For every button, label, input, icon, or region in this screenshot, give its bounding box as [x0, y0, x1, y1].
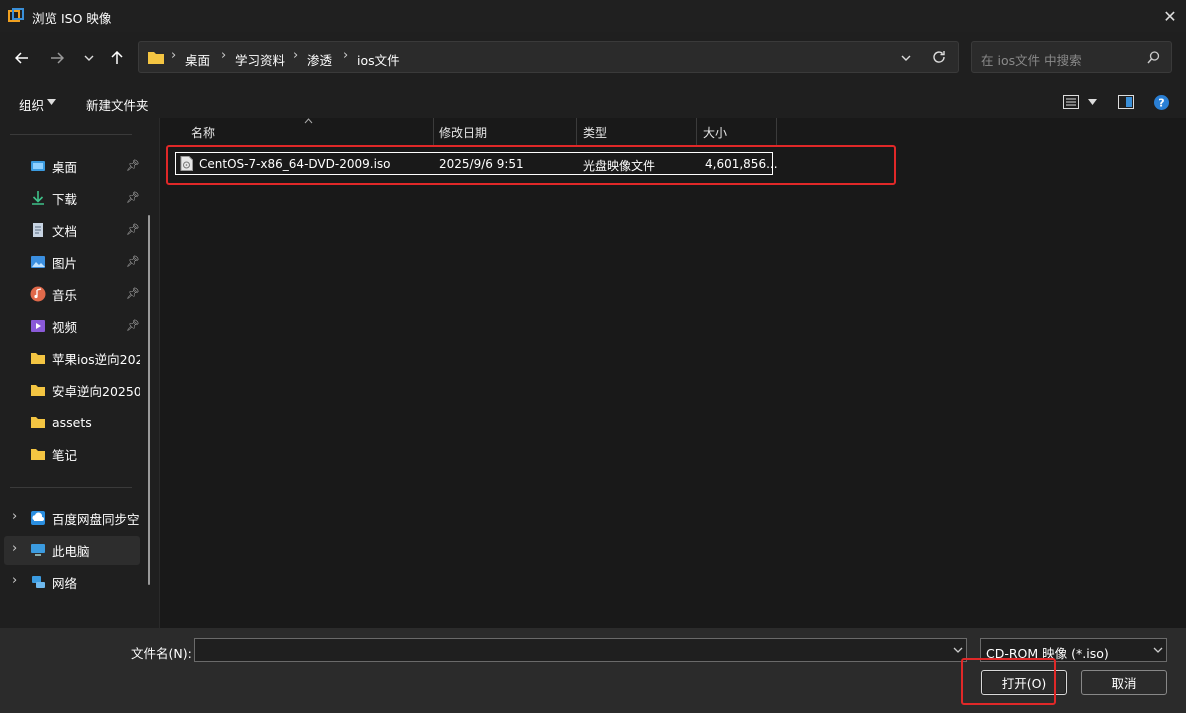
filename-label: 文件名(N): — [131, 646, 192, 661]
sidebar-item-label: 笔记 — [52, 447, 78, 463]
up-button[interactable] — [104, 44, 130, 72]
chevron-down-icon[interactable] — [901, 53, 911, 63]
sidebar-item-folder-assets[interactable]: assets — [30, 409, 148, 435]
pin-icon[interactable]: 📌︎ — [126, 255, 140, 268]
computer-icon — [31, 544, 45, 556]
sidebar-divider — [10, 487, 132, 488]
folder-icon — [148, 52, 164, 64]
folder-icon — [31, 353, 45, 364]
toolbar — [0, 86, 1186, 118]
pictures-icon — [31, 256, 45, 268]
breadcrumb-separator: › — [293, 48, 299, 63]
search-icon — [1147, 51, 1160, 64]
document-icon — [33, 223, 43, 237]
svg-text:?: ? — [1158, 97, 1164, 110]
sidebar-item-downloads[interactable]: 下载 📌︎ — [30, 185, 148, 211]
cancel-button[interactable]: 取消 — [1081, 670, 1167, 695]
organize-button[interactable]: 组织 — [19, 95, 44, 114]
sidebar-item-folder-notes[interactable]: 笔记 — [30, 441, 148, 467]
breadcrumb-separator: › — [171, 48, 177, 63]
chevron-right-icon[interactable]: › — [12, 541, 17, 556]
sidebar-item-network[interactable]: › 网络 — [12, 569, 148, 595]
forward-button[interactable] — [44, 44, 70, 72]
desktop-icon — [31, 161, 45, 171]
sidebar-item-label: 百度网盘同步空 — [52, 511, 140, 527]
sidebar-item-desktop[interactable]: 桌面 📌︎ — [30, 153, 148, 179]
sidebar-item-label: 苹果ios逆向202 — [52, 351, 140, 367]
sidebar-item-baidu-sync[interactable]: › 百度网盘同步空 — [12, 505, 148, 531]
new-folder-button[interactable]: 新建文件夹 — [86, 95, 149, 114]
sidebar-item-label: 安卓逆向20250 — [52, 383, 140, 399]
breadcrumb-item-pentest[interactable]: 渗透 — [307, 50, 332, 69]
annotation-highlight-box — [961, 658, 1056, 705]
folder-icon — [31, 417, 45, 428]
folder-icon — [31, 385, 45, 396]
folder-icon — [31, 449, 45, 460]
sidebar-item-label: 此电脑 — [52, 543, 90, 559]
pin-icon[interactable]: 📌︎ — [126, 319, 140, 332]
annotation-highlight-box — [166, 145, 896, 185]
sidebar-scrollbar[interactable] — [148, 215, 150, 585]
sidebar-item-folder-android[interactable]: 安卓逆向20250 — [30, 377, 148, 403]
search-input[interactable]: 在 ios文件 中搜索 — [971, 41, 1172, 73]
filename-field[interactable] — [194, 638, 967, 662]
cloud-sync-icon — [31, 511, 45, 525]
breadcrumb-item-study[interactable]: 学习资料 — [235, 50, 285, 69]
breadcrumb-separator: › — [221, 48, 227, 63]
view-details-icon[interactable] — [1063, 95, 1079, 109]
help-icon[interactable]: ? — [1154, 95, 1169, 110]
column-header-type[interactable]: 类型 — [583, 124, 607, 141]
back-button[interactable] — [9, 44, 35, 72]
download-icon — [32, 191, 44, 205]
search-placeholder: 在 ios文件 中搜索 — [981, 53, 1082, 68]
sidebar-item-music[interactable]: 音乐 📌︎ — [30, 281, 148, 307]
arrow-right-icon — [51, 52, 64, 64]
pin-icon[interactable]: 📌︎ — [126, 159, 140, 172]
column-divider[interactable] — [776, 118, 777, 146]
chevron-right-icon[interactable]: › — [12, 573, 17, 588]
caret-down-icon — [47, 99, 56, 105]
pin-icon[interactable]: 📌︎ — [126, 223, 140, 236]
close-button[interactable]: ✕ — [1154, 0, 1186, 32]
chevron-down-icon — [1153, 647, 1163, 653]
sort-ascending-icon — [304, 118, 313, 124]
column-header-name[interactable]: 名称 — [191, 124, 215, 141]
sidebar-item-folder-ios[interactable]: 苹果ios逆向202 — [30, 345, 148, 371]
preview-pane-icon[interactable] — [1118, 95, 1134, 109]
pin-icon[interactable]: 📌︎ — [126, 287, 140, 300]
sidebar-item-documents[interactable]: 文档 📌︎ — [30, 217, 148, 243]
breadcrumb-separator: › — [343, 48, 349, 63]
vmware-app-icon — [8, 8, 24, 24]
breadcrumb-item-ios[interactable]: ios文件 — [357, 50, 400, 69]
chevron-down-icon — [84, 55, 94, 61]
file-list-pane — [160, 118, 1186, 628]
column-divider[interactable] — [433, 118, 434, 146]
arrow-up-icon — [111, 51, 123, 64]
column-divider[interactable] — [576, 118, 577, 146]
sidebar-item-videos[interactable]: 视频 📌︎ — [30, 313, 148, 339]
refresh-icon[interactable] — [932, 50, 946, 64]
music-icon — [30, 286, 46, 302]
sidebar-divider — [10, 134, 132, 135]
video-icon — [31, 320, 45, 332]
arrow-left-icon — [15, 52, 28, 64]
breadcrumb-item-desktop[interactable]: 桌面 — [185, 50, 210, 69]
pin-icon[interactable]: 📌︎ — [126, 191, 140, 204]
title-bar — [0, 0, 1186, 32]
window-title: 浏览 ISO 映像 — [32, 11, 112, 26]
column-header-size[interactable]: 大小 — [703, 124, 727, 141]
recent-locations-button[interactable] — [76, 44, 102, 72]
close-icon: ✕ — [1163, 6, 1177, 26]
sidebar-item-this-pc[interactable]: › 此电脑 — [12, 537, 148, 563]
sidebar-item-label: 网络 — [52, 575, 78, 591]
address-bar[interactable]: › 桌面 › 学习资料 › 渗透 › ios文件 — [138, 41, 959, 73]
column-header-modified[interactable]: 修改日期 — [439, 124, 487, 141]
network-icon — [32, 576, 45, 588]
sidebar-item-pictures[interactable]: 图片 📌︎ — [30, 249, 148, 275]
chevron-down-icon[interactable] — [953, 647, 963, 654]
caret-down-icon[interactable] — [1088, 99, 1097, 105]
chevron-right-icon[interactable]: › — [12, 509, 17, 524]
sidebar-item-label: assets — [52, 414, 92, 430]
column-divider[interactable] — [696, 118, 697, 146]
